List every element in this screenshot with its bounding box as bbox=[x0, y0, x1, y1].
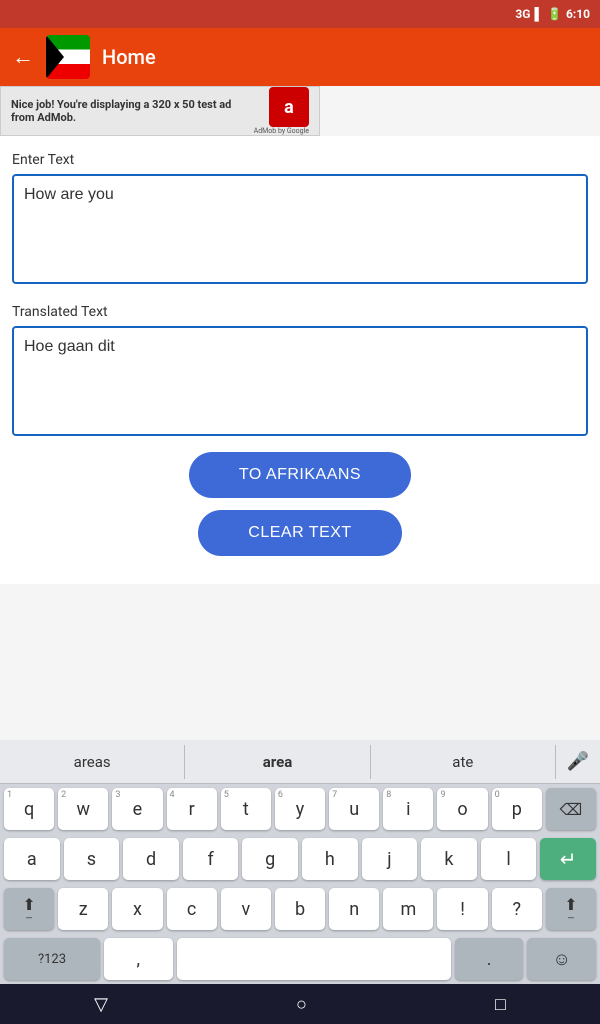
key-w[interactable]: 2w bbox=[58, 788, 108, 830]
shift-right-key[interactable]: ⬆— bbox=[546, 888, 596, 930]
translated-label: Translated Text bbox=[12, 304, 588, 320]
key-z[interactable]: z bbox=[58, 888, 108, 930]
key-e[interactable]: 3e bbox=[112, 788, 162, 830]
action-buttons: TO AFRIKAANS CLEAR TEXT bbox=[12, 440, 588, 568]
ad-text: Nice job! You're displaying a 320 x 50 t… bbox=[11, 98, 254, 124]
key-question[interactable]: ? bbox=[492, 888, 542, 930]
key-l[interactable]: l bbox=[481, 838, 537, 880]
key-o[interactable]: 9o bbox=[437, 788, 487, 830]
key-c[interactable]: c bbox=[167, 888, 217, 930]
status-bar: 3G ▌ 🔋 6:10 bbox=[0, 0, 600, 28]
ad-bold-text: Nice job! bbox=[11, 98, 54, 111]
key-a[interactable]: a bbox=[4, 838, 60, 880]
main-content: Enter Text How are you Translated Text H… bbox=[0, 136, 600, 584]
emoji-key[interactable]: ☺ bbox=[527, 938, 596, 980]
keyboard: areas area ate 🎤 1q 2w 3e 4r 5t 6y 7u 8i… bbox=[0, 740, 600, 984]
key-comma[interactable]: , bbox=[104, 938, 173, 980]
suggestions-row: areas area ate 🎤 bbox=[0, 740, 600, 784]
signal-bars: ▌ bbox=[534, 7, 543, 21]
shift-left-key[interactable]: ⬆— bbox=[4, 888, 54, 930]
key-g[interactable]: g bbox=[242, 838, 298, 880]
key-u[interactable]: 7u bbox=[329, 788, 379, 830]
battery-icon: 🔋 bbox=[547, 7, 562, 21]
admob-logo: a bbox=[269, 87, 309, 127]
key-k[interactable]: k bbox=[421, 838, 477, 880]
key-x[interactable]: x bbox=[112, 888, 162, 930]
key-p[interactable]: 0p bbox=[492, 788, 542, 830]
time-display: 6:10 bbox=[566, 7, 590, 21]
key-row-1: 1q 2w 3e 4r 5t 6y 7u 8i 9o 0p ⌫ bbox=[0, 784, 600, 834]
input-label: Enter Text bbox=[12, 152, 588, 168]
key-d[interactable]: d bbox=[123, 838, 179, 880]
key-v[interactable]: v bbox=[221, 888, 271, 930]
app-logo bbox=[46, 35, 90, 79]
ad-banner[interactable]: Nice job! You're displaying a 320 x 50 t… bbox=[0, 86, 320, 136]
key-period[interactable]: . bbox=[455, 938, 524, 980]
key-s[interactable]: s bbox=[64, 838, 120, 880]
suggestion-areas[interactable]: areas bbox=[0, 745, 185, 779]
backspace-key[interactable]: ⌫ bbox=[546, 788, 596, 830]
key-t[interactable]: 5t bbox=[221, 788, 271, 830]
key-i[interactable]: 8i bbox=[383, 788, 433, 830]
status-icons: 3G ▌ 🔋 6:10 bbox=[515, 7, 590, 21]
back-button[interactable]: ← bbox=[12, 44, 34, 70]
nav-recents[interactable]: □ bbox=[495, 994, 506, 1015]
key-exclaim[interactable]: ! bbox=[437, 888, 487, 930]
mic-icon[interactable]: 🎤 bbox=[556, 751, 600, 772]
nav-back[interactable]: ▽ bbox=[94, 994, 108, 1015]
suggestion-area[interactable]: area bbox=[185, 745, 370, 779]
key-r[interactable]: 4r bbox=[167, 788, 217, 830]
admob-attribution: AdMob by Google bbox=[254, 127, 309, 135]
key-j[interactable]: j bbox=[362, 838, 418, 880]
translated-textarea[interactable]: Hoe gaan dit bbox=[12, 326, 588, 436]
key-y[interactable]: 6y bbox=[275, 788, 325, 830]
space-key[interactable] bbox=[177, 938, 451, 980]
key-row-3: ⬆— z x c v b n m ! ? ⬆— bbox=[0, 884, 600, 934]
input-textarea[interactable]: How are you bbox=[12, 174, 588, 284]
translate-button[interactable]: TO AFRIKAANS bbox=[189, 452, 411, 498]
bottom-nav: ▽ ○ □ bbox=[0, 984, 600, 1024]
app-header: ← Home bbox=[0, 28, 600, 86]
key-row-2: a s d f g h j k l ↵ bbox=[0, 834, 600, 884]
app-title: Home bbox=[102, 45, 156, 69]
symbol-key[interactable]: ?123 bbox=[4, 938, 100, 980]
enter-key[interactable]: ↵ bbox=[540, 838, 596, 880]
key-row-4: ?123 , . ☺ bbox=[0, 934, 600, 984]
translated-section: Translated Text Hoe gaan dit bbox=[12, 304, 588, 440]
input-section: Enter Text How are you bbox=[12, 152, 588, 288]
nav-home[interactable]: ○ bbox=[296, 994, 307, 1015]
network-signal: 3G bbox=[515, 7, 530, 21]
key-m[interactable]: m bbox=[383, 888, 433, 930]
suggestion-ate[interactable]: ate bbox=[371, 745, 556, 779]
key-b[interactable]: b bbox=[275, 888, 325, 930]
key-n[interactable]: n bbox=[329, 888, 379, 930]
key-q[interactable]: 1q bbox=[4, 788, 54, 830]
key-h[interactable]: h bbox=[302, 838, 358, 880]
clear-button[interactable]: CLEAR TEXT bbox=[198, 510, 401, 556]
key-f[interactable]: f bbox=[183, 838, 239, 880]
